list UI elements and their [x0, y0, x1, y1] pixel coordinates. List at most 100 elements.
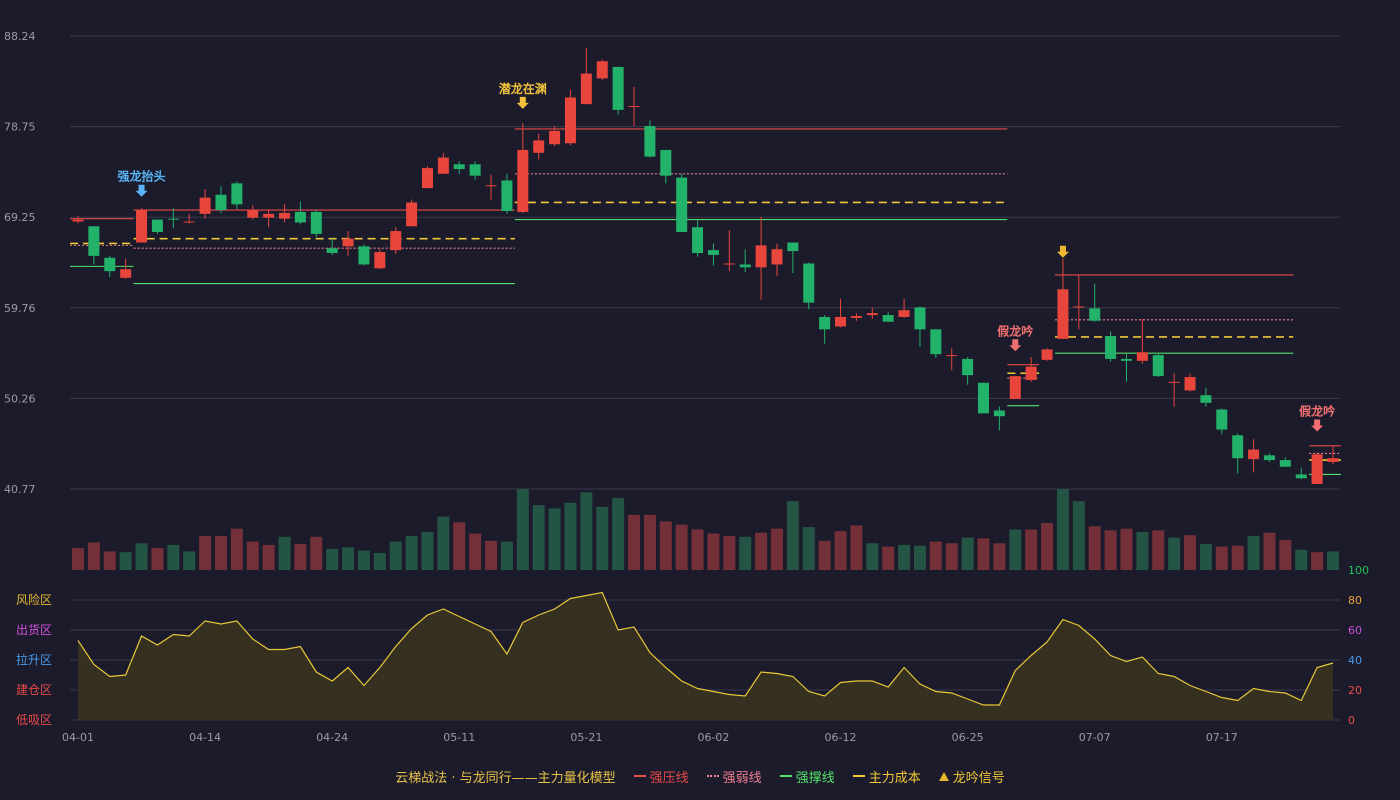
candle-up — [390, 231, 402, 251]
candle-down — [1216, 409, 1228, 430]
volume-bar — [596, 506, 609, 570]
zone-label: 低吸区 — [16, 713, 52, 727]
candle-up — [898, 310, 910, 317]
candle-up — [1168, 381, 1180, 383]
legend-item-strong-pressure[interactable]: 强压线 — [633, 767, 689, 786]
volume-bar — [1120, 528, 1133, 570]
volume-bar — [1231, 545, 1244, 570]
volume-bar — [1279, 540, 1292, 570]
candle-up — [374, 252, 386, 269]
volume-bar — [183, 551, 196, 570]
volume-bar — [405, 535, 418, 570]
x-tick-label: 07-07 — [1079, 731, 1111, 744]
volume-bar — [707, 533, 720, 570]
volume-bar — [485, 540, 498, 570]
volume-bar — [755, 532, 768, 570]
volume-bar — [1088, 526, 1101, 570]
candle-down — [151, 219, 163, 233]
price-tick-label: 59.76 — [4, 302, 36, 315]
legend-item-strong-support[interactable]: 强撑线 — [779, 767, 835, 786]
candle-up — [485, 185, 497, 187]
candle-down — [104, 257, 116, 272]
volume-bar — [739, 536, 752, 570]
candle-down — [501, 180, 513, 212]
candle-down — [803, 263, 815, 303]
candle-up — [866, 313, 878, 316]
volume-bar — [357, 550, 370, 570]
dashed-line-icon — [852, 775, 865, 777]
candle-up — [1184, 377, 1196, 391]
x-tick-label: 05-21 — [570, 731, 602, 744]
candle-down — [914, 307, 926, 330]
volume-bar — [214, 535, 227, 570]
volume-bar — [246, 541, 259, 570]
indicator-tick-label: 0 — [1348, 714, 1355, 727]
volume-bar — [1168, 537, 1181, 570]
volume-bar — [802, 527, 815, 570]
legend-title-text: 云梯战法 · 与龙同行——主力量化模型 — [395, 770, 616, 786]
candle-down — [660, 149, 672, 176]
volume-bar — [500, 541, 513, 570]
candle-up — [580, 73, 592, 105]
volume-bar — [1056, 489, 1069, 570]
solid-line-icon — [633, 775, 646, 777]
legend-item-dragon-signal[interactable]: 龙吟信号 — [938, 767, 1005, 786]
zone-label: 出货区 — [16, 622, 52, 637]
indicator-tick-label: 100 — [1348, 564, 1369, 577]
candle-down — [231, 183, 243, 205]
candle-up — [120, 269, 132, 278]
volume-bar — [87, 542, 100, 570]
volume-bar — [294, 544, 307, 570]
volume-bar — [580, 492, 593, 570]
candle-down — [644, 126, 656, 157]
volume-bar — [119, 552, 132, 570]
volume-bar — [278, 536, 291, 570]
legend-item-main-cost[interactable]: 主力成本 — [852, 767, 921, 786]
candle-down — [1089, 308, 1101, 321]
volume-bar — [230, 528, 243, 570]
candle-down — [215, 194, 227, 211]
signal-label: 强龙抬头 — [118, 169, 166, 184]
volume-bar — [135, 543, 148, 570]
candle-down — [1105, 336, 1117, 359]
candle-up — [549, 130, 561, 145]
price-tick-label: 69.25 — [4, 211, 36, 224]
candle-up — [755, 245, 767, 268]
volume-bar — [882, 546, 895, 570]
candle-down — [978, 382, 990, 414]
candle-down — [1279, 460, 1291, 467]
candle-down — [88, 226, 100, 256]
x-tick-label: 06-12 — [825, 731, 857, 744]
candle-down — [707, 250, 719, 255]
volume-bar — [1136, 531, 1149, 570]
volume-bar — [151, 548, 164, 570]
candle-down — [167, 218, 179, 220]
volume-bar — [1025, 529, 1038, 570]
signal-arrow-icon — [1009, 339, 1022, 352]
price-tick-label: 78.75 — [4, 121, 36, 134]
candle-down — [1263, 455, 1275, 461]
candle-down — [1200, 395, 1212, 403]
legend-item-strength-line[interactable]: 强弱线 — [706, 767, 762, 786]
candle-down — [326, 248, 338, 254]
signal-arrow-icon — [135, 184, 148, 197]
candle-up — [1041, 349, 1053, 360]
zone-label: 拉升区 — [16, 652, 52, 667]
candle-down — [358, 246, 370, 265]
volume-bar — [1295, 549, 1308, 570]
volume-bar — [1263, 532, 1276, 570]
volume-bar — [1184, 535, 1197, 570]
volume-bar — [1152, 530, 1165, 570]
candle-down — [819, 316, 831, 330]
x-tick-label: 07-17 — [1206, 731, 1238, 744]
signal-arrow-icon — [1056, 245, 1069, 258]
legend: 云梯战法 · 与龙同行——主力量化模型 强压线 强弱线 强撑线 主力成本 龙吟信… — [0, 763, 1400, 789]
signal-label: 潜龙在渊 — [499, 81, 547, 96]
candle-down — [310, 211, 322, 234]
volume-bar — [675, 524, 688, 570]
indicator-tick-label: 80 — [1348, 594, 1362, 607]
candle-down — [787, 242, 799, 252]
volume-bar — [628, 514, 641, 570]
volume-bar — [913, 545, 926, 570]
candle-up — [533, 140, 545, 153]
